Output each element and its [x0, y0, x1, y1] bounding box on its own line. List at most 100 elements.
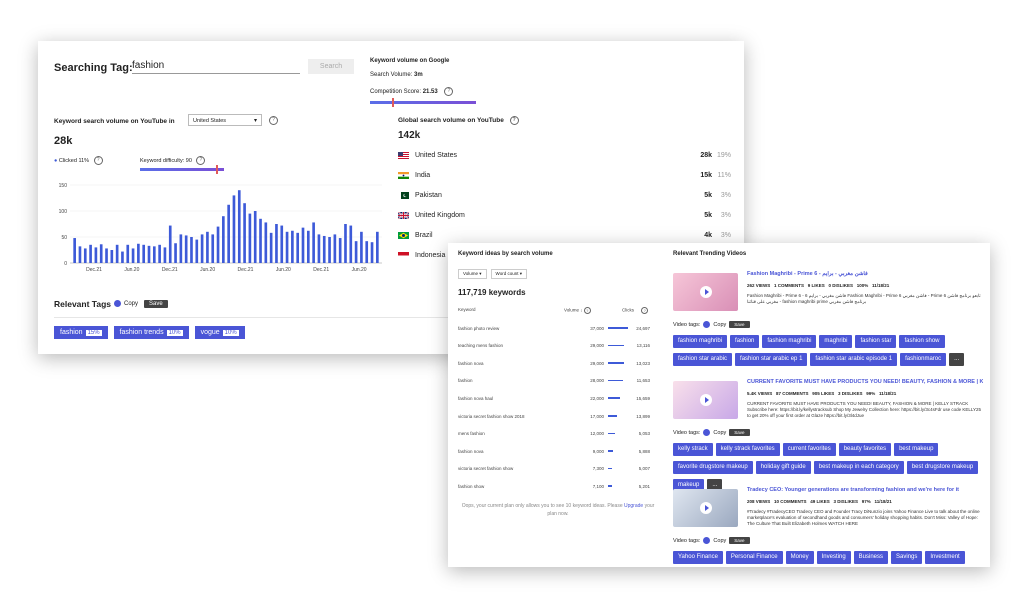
volume-cell: 7,100: [592, 483, 604, 489]
help-icon[interactable]: ?: [444, 87, 454, 96]
difficulty-label: Keyword difficulty:: [140, 157, 185, 164]
video-tag[interactable]: kelly strack: [673, 443, 713, 456]
video-tag[interactable]: Yahoo Finance: [673, 551, 723, 564]
video-tag[interactable]: kelly strack favorites: [715, 443, 780, 456]
play-icon[interactable]: [700, 394, 712, 406]
save-button[interactable]: Save: [144, 300, 168, 308]
help-icon[interactable]: ?: [269, 116, 278, 125]
video-tag[interactable]: Investing: [816, 551, 851, 564]
google-volume-title: Keyword volume on Google: [370, 58, 450, 64]
copy-button[interactable]: Copy: [114, 300, 138, 307]
related-tag[interactable]: fashion 15%: [54, 326, 108, 339]
video-tag[interactable]: beauty favorites: [838, 443, 892, 456]
video-title[interactable]: Fashion Maghribi - Prime 6 - فاشن مغربي …: [747, 271, 983, 277]
table-row[interactable]: fashion 28,000 11,653: [458, 376, 658, 386]
table-header: Keyword Volume ↓ ? Clicks ?: [458, 307, 658, 314]
wordcount-filter[interactable]: Word count ▾: [490, 269, 527, 279]
video-title[interactable]: CURRENT FAVORITE MUST HAVE PRODUCTS YOU …: [747, 379, 983, 385]
col-volume[interactable]: Volume ↓ ?: [564, 307, 591, 314]
copy-icon[interactable]: [703, 537, 711, 544]
chart-bar: [354, 241, 358, 263]
chart-bar: [370, 242, 374, 263]
country-pct: 3%: [720, 211, 731, 219]
country-select[interactable]: United States ▾: [188, 114, 262, 126]
related-tag[interactable]: fashion trends 10%: [113, 326, 189, 339]
video-tag[interactable]: best drugstore makeup: [906, 461, 979, 474]
save-button[interactable]: Save: [729, 321, 750, 328]
upgrade-link[interactable]: Upgrade: [624, 503, 643, 509]
chart-bar: [232, 195, 236, 263]
help-icon[interactable]: ?: [196, 156, 206, 165]
clicks-cell: 5,201: [638, 483, 650, 489]
help-icon[interactable]: ?: [93, 156, 103, 165]
wordcount-filter-label: Word count: [495, 271, 519, 276]
video-thumbnail[interactable]: [673, 489, 738, 527]
video-tag[interactable]: fashionmaroc: [900, 353, 947, 366]
keyword-cell: fashion nova haul: [458, 395, 494, 401]
table-row[interactable]: victoria secret fashion show 7,300 5,007: [458, 464, 658, 474]
video-thumbnail[interactable]: [673, 273, 738, 311]
table-row[interactable]: victoria secret fashion show 2018 17,000 1…: [458, 411, 658, 421]
chart-bar: [78, 246, 82, 263]
video-tag[interactable]: Personal Finance: [725, 551, 783, 564]
competition-meter: [370, 98, 476, 107]
search-button[interactable]: Search: [308, 59, 354, 74]
table-row[interactable]: fashion show 7,100 5,201: [458, 481, 658, 491]
copy-button[interactable]: Copy: [713, 430, 726, 436]
video-tag[interactable]: best makeup in each category: [813, 461, 904, 474]
tag-pct: 15%: [85, 329, 102, 336]
flag-icon: [398, 151, 409, 159]
table-row[interactable]: teaching mens fashion 29,000 13,116: [458, 341, 658, 351]
video-tag[interactable]: favorite drugstore makeup: [673, 461, 753, 474]
video-tag[interactable]: best makeup: [894, 443, 939, 456]
play-icon[interactable]: [700, 502, 712, 514]
video-tag[interactable]: fashion show: [899, 335, 945, 348]
save-button[interactable]: Save: [729, 537, 750, 544]
copy-button[interactable]: Copy: [713, 322, 726, 328]
video-tag[interactable]: holiday gift guide: [755, 461, 811, 474]
table-row[interactable]: fashion nova 29,000 13,023: [458, 358, 658, 368]
video-tag[interactable]: fashion maghribi: [673, 335, 728, 348]
copy-button[interactable]: Copy: [713, 538, 726, 544]
video-tag[interactable]: current favorites: [782, 443, 836, 456]
table-row[interactable]: fashion nova 9,000 5,888: [458, 446, 658, 456]
related-tag[interactable]: vogue 10%: [194, 326, 245, 339]
copy-icon: [114, 300, 121, 307]
video-tag[interactable]: Savings: [891, 551, 923, 564]
video-tag[interactable]: Business: [853, 551, 889, 564]
keywords-count: 117,719 keywords: [458, 288, 526, 297]
table-row[interactable]: fashion photo review 37,000 24,697: [458, 323, 658, 333]
copy-icon[interactable]: [703, 429, 711, 436]
video-tag[interactable]: fashion star arabic ep 1: [735, 353, 808, 366]
y-tick-label: 150: [59, 183, 68, 189]
copy-icon[interactable]: [703, 321, 711, 328]
video-tag[interactable]: fashion maghribi: [762, 335, 817, 348]
volume-bar: [608, 450, 613, 452]
video-tag[interactable]: Money: [785, 551, 814, 564]
volume-filter[interactable]: Volume ▾: [458, 269, 487, 279]
save-button[interactable]: Save: [729, 429, 750, 436]
video-tag[interactable]: fashion: [730, 335, 760, 348]
help-icon[interactable]: ?: [641, 307, 649, 314]
help-icon[interactable]: ?: [583, 307, 591, 314]
video-tag[interactable]: ...: [949, 353, 965, 366]
video-tag[interactable]: fashion star arabic episode 1: [810, 353, 898, 366]
country-name: United Kingdom: [415, 211, 465, 219]
video-thumbnail[interactable]: [673, 381, 738, 419]
video-tag[interactable]: fashion star: [855, 335, 897, 348]
video-title[interactable]: Tradecy CEO: Younger generations are tra…: [747, 487, 983, 493]
video-tag[interactable]: fashion star arabic: [673, 353, 733, 366]
play-icon[interactable]: [700, 286, 712, 298]
table-row[interactable]: fashion nova haul 22,000 15,659: [458, 393, 658, 403]
flag-icon: [398, 211, 409, 219]
chart-bar: [195, 239, 199, 263]
help-icon[interactable]: ?: [509, 116, 519, 125]
country-pct: 19%: [717, 151, 732, 159]
video-tag[interactable]: maghribi: [819, 335, 853, 348]
keyword-cell: fashion photo review: [458, 325, 500, 331]
video-tag[interactable]: Investment: [925, 551, 965, 564]
chart-bar: [216, 226, 220, 263]
table-row[interactable]: mens fashion 12,000 5,053: [458, 429, 658, 439]
search-input[interactable]: fashion: [132, 58, 300, 74]
video-stats: 5.4K VIEWS 87 COMMENTS 905 LIKES 3 DISLI…: [747, 391, 897, 396]
